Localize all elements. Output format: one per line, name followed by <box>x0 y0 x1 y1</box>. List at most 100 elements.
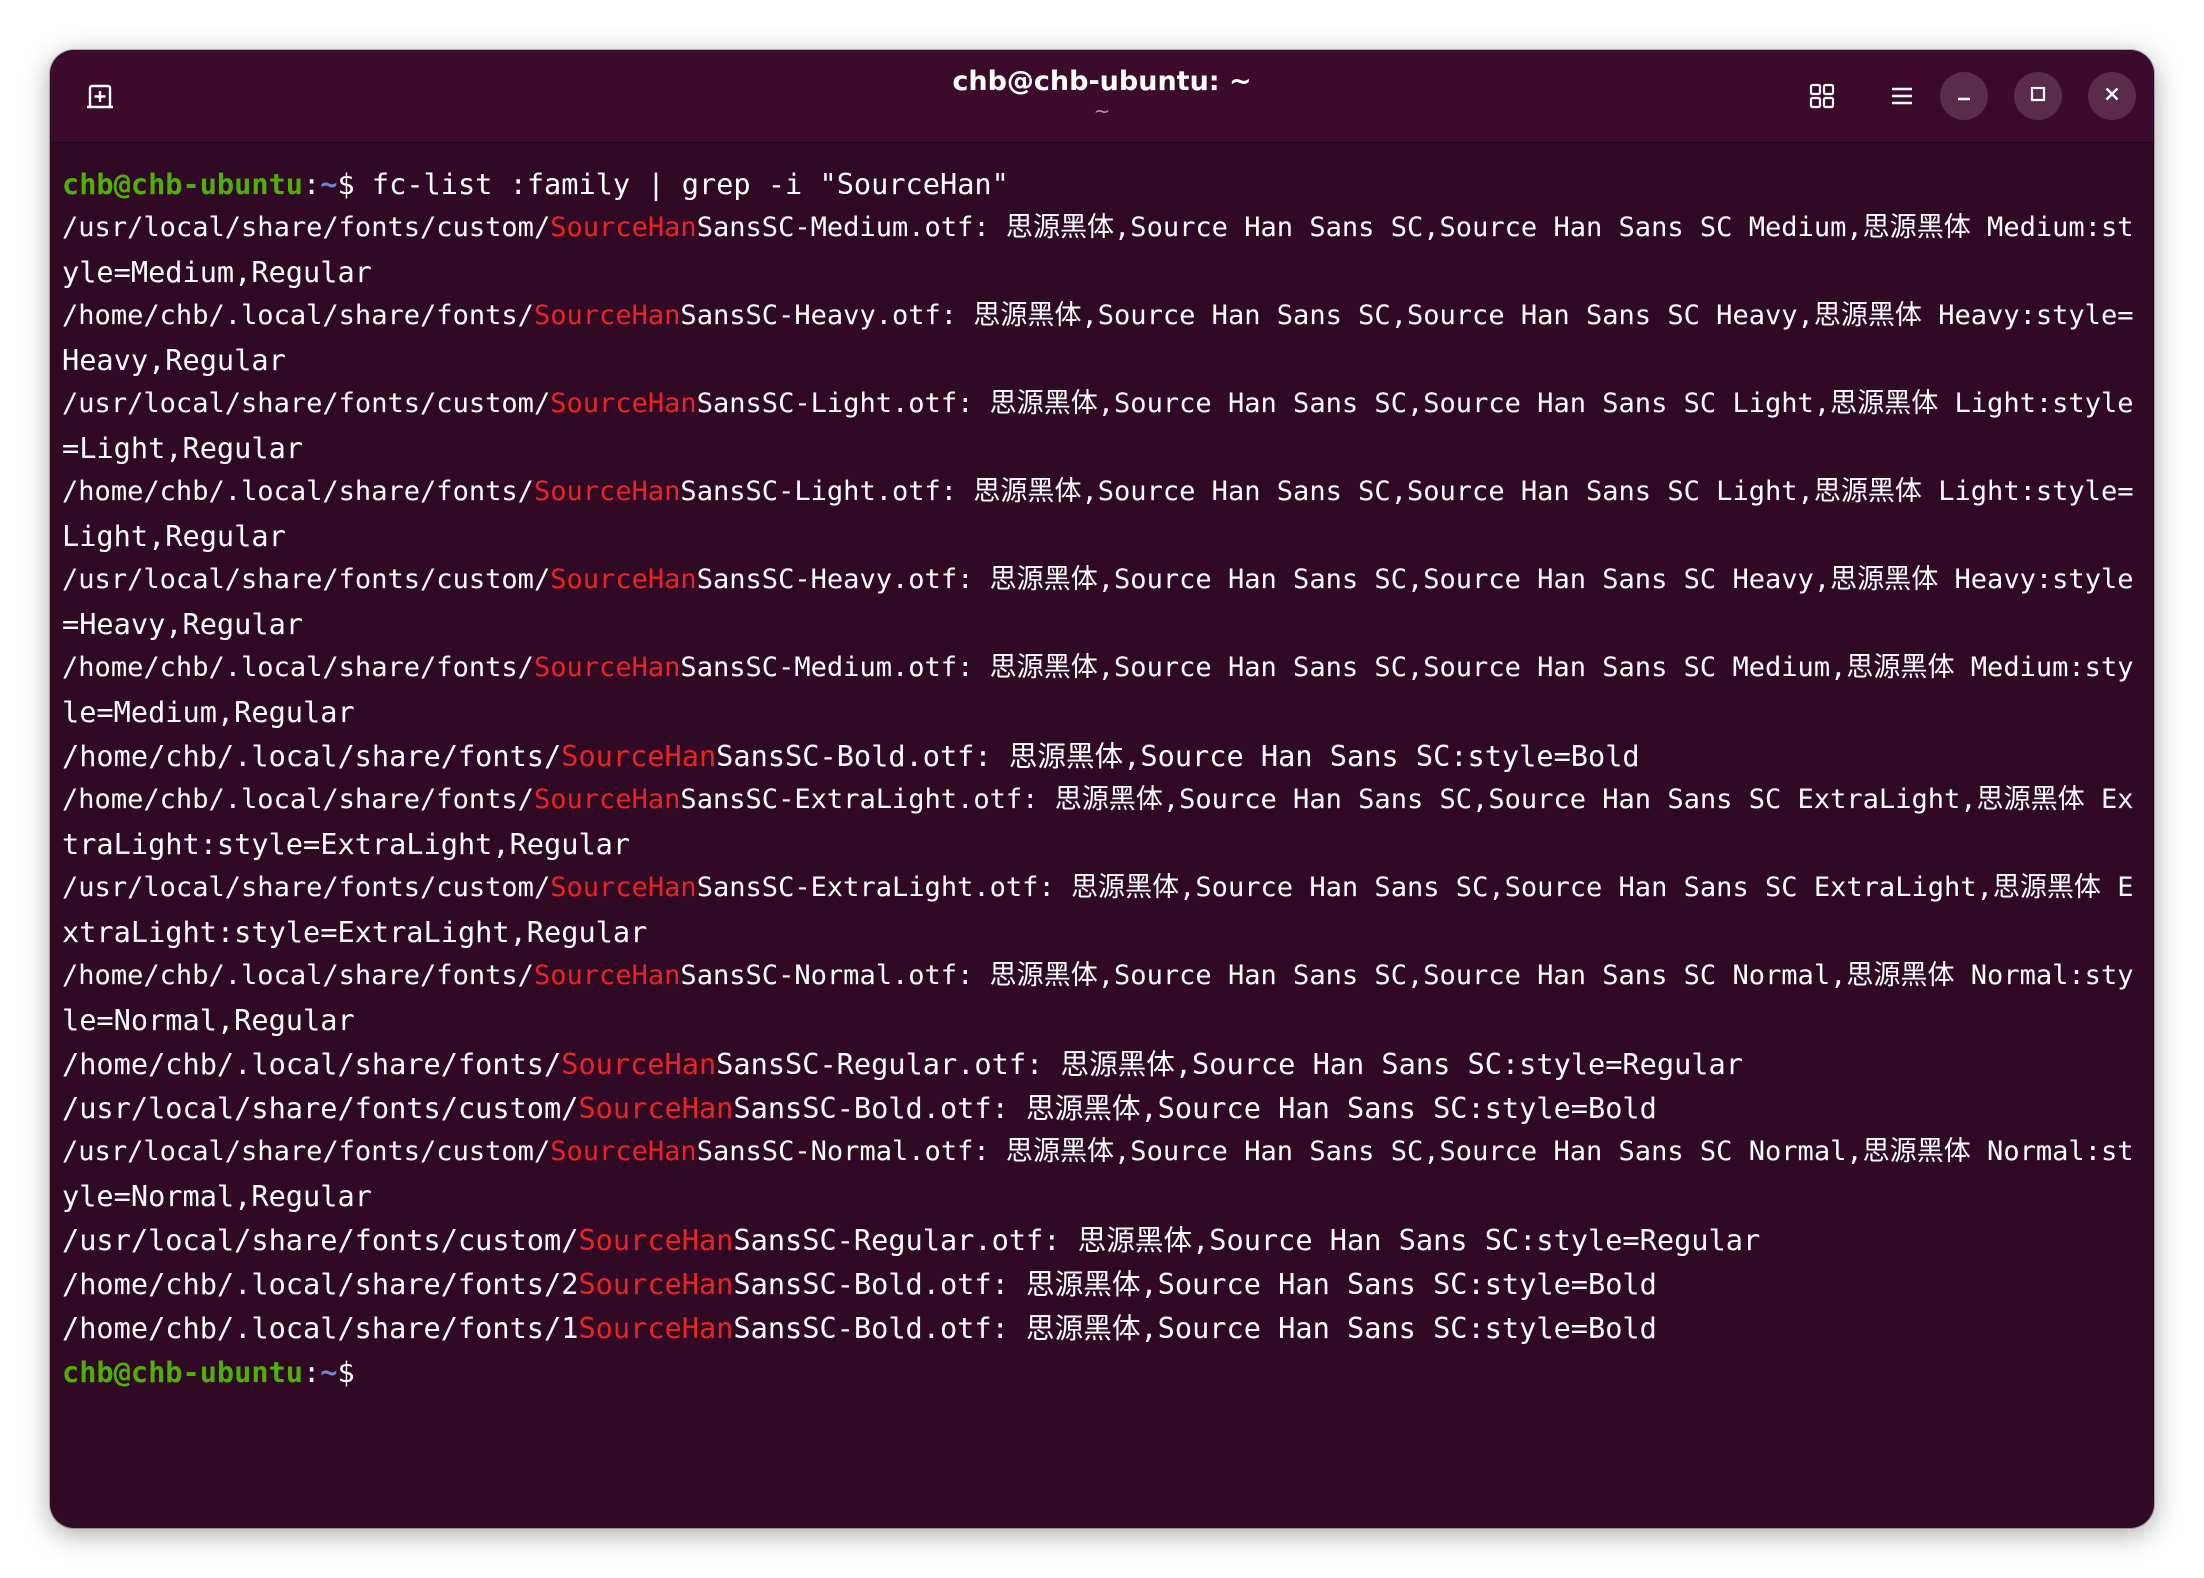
output-line: Light,Regular <box>62 514 2144 558</box>
output-text-pre: /home/chb/.local/share/fonts/ <box>62 739 562 773</box>
grep-match-highlight: SourceHan <box>550 872 697 903</box>
output-text-pre: traLight:style=ExtraLight,Regular <box>62 827 631 861</box>
output-text-pre: xtraLight:style=ExtraLight,Regular <box>62 915 648 949</box>
grep-match-highlight: SourceHan <box>561 1047 717 1081</box>
output-line: /usr/local/share/fonts/custom/SourceHanS… <box>62 558 2144 602</box>
prompt-path: ~ <box>320 1355 338 1389</box>
grep-match-highlight: SourceHan <box>533 300 681 331</box>
output-line: /home/chb/.local/share/fonts/SourceHanSa… <box>62 294 2144 338</box>
output-text-post: SansSC-Normal.otf: 思源黑体,Source Han Sans … <box>696 1136 2134 1167</box>
output-line: yle=Medium,Regular <box>62 250 2144 294</box>
output-line: le=Normal,Regular <box>62 998 2144 1042</box>
command-line: chb@chb-ubuntu:~$ fc-list :family | grep… <box>62 162 2144 206</box>
grep-match-highlight: SourceHan <box>561 739 717 773</box>
output-text-pre: /usr/local/share/fonts/custom/ <box>62 1223 579 1257</box>
output-text-post: SansSC-Light.otf: 思源黑体,Source Han Sans S… <box>680 476 2134 507</box>
output-line: =Light,Regular <box>62 426 2144 470</box>
output-line: /home/chb/.local/share/fonts/SourceHanSa… <box>62 734 2144 778</box>
close-icon <box>2102 84 2122 108</box>
output-line: /home/chb/.local/share/fonts/SourceHanSa… <box>62 1042 2144 1086</box>
output-line: /home/chb/.local/share/fonts/SourceHanSa… <box>62 646 2144 690</box>
maximize-icon <box>2028 84 2048 108</box>
prompt-user-host: chb@chb-ubuntu <box>62 167 304 201</box>
output-text-pre: /home/chb/.local/share/fonts/ <box>62 652 534 683</box>
output-text-pre: /home/chb/.local/share/fonts/ <box>62 300 534 331</box>
output-line: /usr/local/share/fonts/custom/SourceHanS… <box>62 1218 2144 1262</box>
output-text-post: SansSC-Normal.otf: 思源黑体,Source Han Sans … <box>680 960 2134 991</box>
output-text-pre: =Heavy,Regular <box>62 607 304 641</box>
output-line: le=Medium,Regular <box>62 690 2144 734</box>
output-text-post: SansSC-Regular.otf: 思源黑体,Source Han Sans… <box>716 1047 1743 1081</box>
output-line: /usr/local/share/fonts/custom/SourceHanS… <box>62 382 2144 426</box>
text-cursor <box>355 1359 367 1389</box>
output-text-post: SansSC-Heavy.otf: 思源黑体,Source Han Sans S… <box>696 564 2134 595</box>
output-line: xtraLight:style=ExtraLight,Regular <box>62 910 2144 954</box>
output-text-post: SansSC-Bold.otf: 思源黑体,Source Han Sans SC… <box>733 1267 1657 1301</box>
grep-match-highlight: SourceHan <box>578 1267 734 1301</box>
output-line: traLight:style=ExtraLight,Regular <box>62 822 2144 866</box>
prompt-path: ~ <box>320 167 338 201</box>
close-button[interactable] <box>2088 72 2136 120</box>
grep-match-highlight: SourceHan <box>578 1223 734 1257</box>
output-text-post: SansSC-Regular.otf: 思源黑体,Source Han Sans… <box>733 1223 1761 1257</box>
output-text-post: SansSC-Medium.otf: 思源黑体,Source Han Sans … <box>696 212 2134 243</box>
output-text-pre: /home/chb/.local/share/fonts/2 <box>62 1267 579 1301</box>
menu-button[interactable] <box>1876 70 1928 122</box>
output-text-pre: le=Normal,Regular <box>62 1003 355 1037</box>
output-text-post: SansSC-Heavy.otf: 思源黑体,Source Han Sans S… <box>680 300 2134 331</box>
output-text-pre: /usr/local/share/fonts/custom/ <box>62 388 551 419</box>
minimize-icon <box>1954 84 1974 108</box>
prompt-dollar: $ <box>337 167 355 201</box>
grep-match-highlight: SourceHan <box>533 960 681 991</box>
output-text-pre: /usr/local/share/fonts/custom/ <box>62 564 551 595</box>
output-line: =Heavy,Regular <box>62 602 2144 646</box>
grep-match-highlight: SourceHan <box>533 784 681 815</box>
output-text-post: SansSC-ExtraLight.otf: 思源黑体,Source Han S… <box>680 784 2134 815</box>
output-line: /home/chb/.local/share/fonts/1SourceHanS… <box>62 1306 2144 1350</box>
prompt-colon: : <box>303 167 321 201</box>
current-prompt-line: chb@chb-ubuntu:~$ <box>62 1350 2144 1394</box>
output-text-pre: /home/chb/.local/share/fonts/ <box>62 784 534 815</box>
output-text-post: SansSC-Medium.otf: 思源黑体,Source Han Sans … <box>680 652 2134 683</box>
terminal-window: chb@chb-ubuntu: ~ ~ chb@chb-ubuntu:~$ fc… <box>50 50 2154 1528</box>
output-text-pre: /home/chb/.local/share/fonts/ <box>62 960 534 991</box>
headerbar: chb@chb-ubuntu: ~ ~ <box>50 50 2154 143</box>
output-line: /usr/local/share/fonts/custom/SourceHanS… <box>62 866 2144 910</box>
grep-match-highlight: SourceHan <box>550 1136 697 1167</box>
output-text-post: SansSC-ExtraLight.otf: 思源黑体,Source Han S… <box>696 872 2134 903</box>
output-text-pre: le=Medium,Regular <box>62 695 355 729</box>
command-text: fc-list :family | grep -i "SourceHan" <box>354 167 1009 201</box>
output-line: yle=Normal,Regular <box>62 1174 2144 1218</box>
output-text-pre: /home/chb/.local/share/fonts/ <box>62 1047 562 1081</box>
grep-match-highlight: SourceHan <box>578 1091 734 1125</box>
output-text-pre: =Light,Regular <box>62 431 304 465</box>
grep-match-highlight: SourceHan <box>578 1311 734 1345</box>
minimize-button[interactable] <box>1940 72 1988 120</box>
maximize-button[interactable] <box>2014 72 2062 120</box>
output-text-pre: /usr/local/share/fonts/custom/ <box>62 1091 579 1125</box>
output-text-pre: yle=Normal,Regular <box>62 1179 372 1213</box>
output-text-pre: /usr/local/share/fonts/custom/ <box>62 872 551 903</box>
output-text-pre: /home/chb/.local/share/fonts/1 <box>62 1311 579 1345</box>
output-line: /home/chb/.local/share/fonts/2SourceHanS… <box>62 1262 2144 1306</box>
output-text-pre: /usr/local/share/fonts/custom/ <box>62 212 551 243</box>
prompt-user-host: chb@chb-ubuntu <box>62 1355 304 1389</box>
output-line: /home/chb/.local/share/fonts/SourceHanSa… <box>62 954 2144 998</box>
prompt-colon: : <box>303 1355 321 1389</box>
output-line: /usr/local/share/fonts/custom/SourceHanS… <box>62 1130 2144 1174</box>
terminal-output[interactable]: chb@chb-ubuntu:~$ fc-list :family | grep… <box>62 162 2144 1512</box>
grid-view-button[interactable] <box>1796 70 1848 122</box>
output-line: /usr/local/share/fonts/custom/SourceHanS… <box>62 206 2144 250</box>
output-text-pre: /usr/local/share/fonts/custom/ <box>62 1136 551 1167</box>
grid-view-icon <box>1808 82 1836 110</box>
output-line: /home/chb/.local/share/fonts/SourceHanSa… <box>62 778 2144 822</box>
output-text-pre: Light,Regular <box>62 519 286 553</box>
prompt-dollar: $ <box>337 1355 355 1389</box>
output-line: /usr/local/share/fonts/custom/SourceHanS… <box>62 1086 2144 1130</box>
output-lines: /usr/local/share/fonts/custom/SourceHanS… <box>62 206 2144 1350</box>
grep-match-highlight: SourceHan <box>533 476 681 507</box>
hamburger-menu-icon <box>1888 82 1916 110</box>
output-text-post: SansSC-Light.otf: 思源黑体,Source Han Sans S… <box>696 388 2134 419</box>
output-text-pre: yle=Medium,Regular <box>62 255 372 289</box>
output-text-post: SansSC-Bold.otf: 思源黑体,Source Han Sans SC… <box>733 1091 1657 1125</box>
